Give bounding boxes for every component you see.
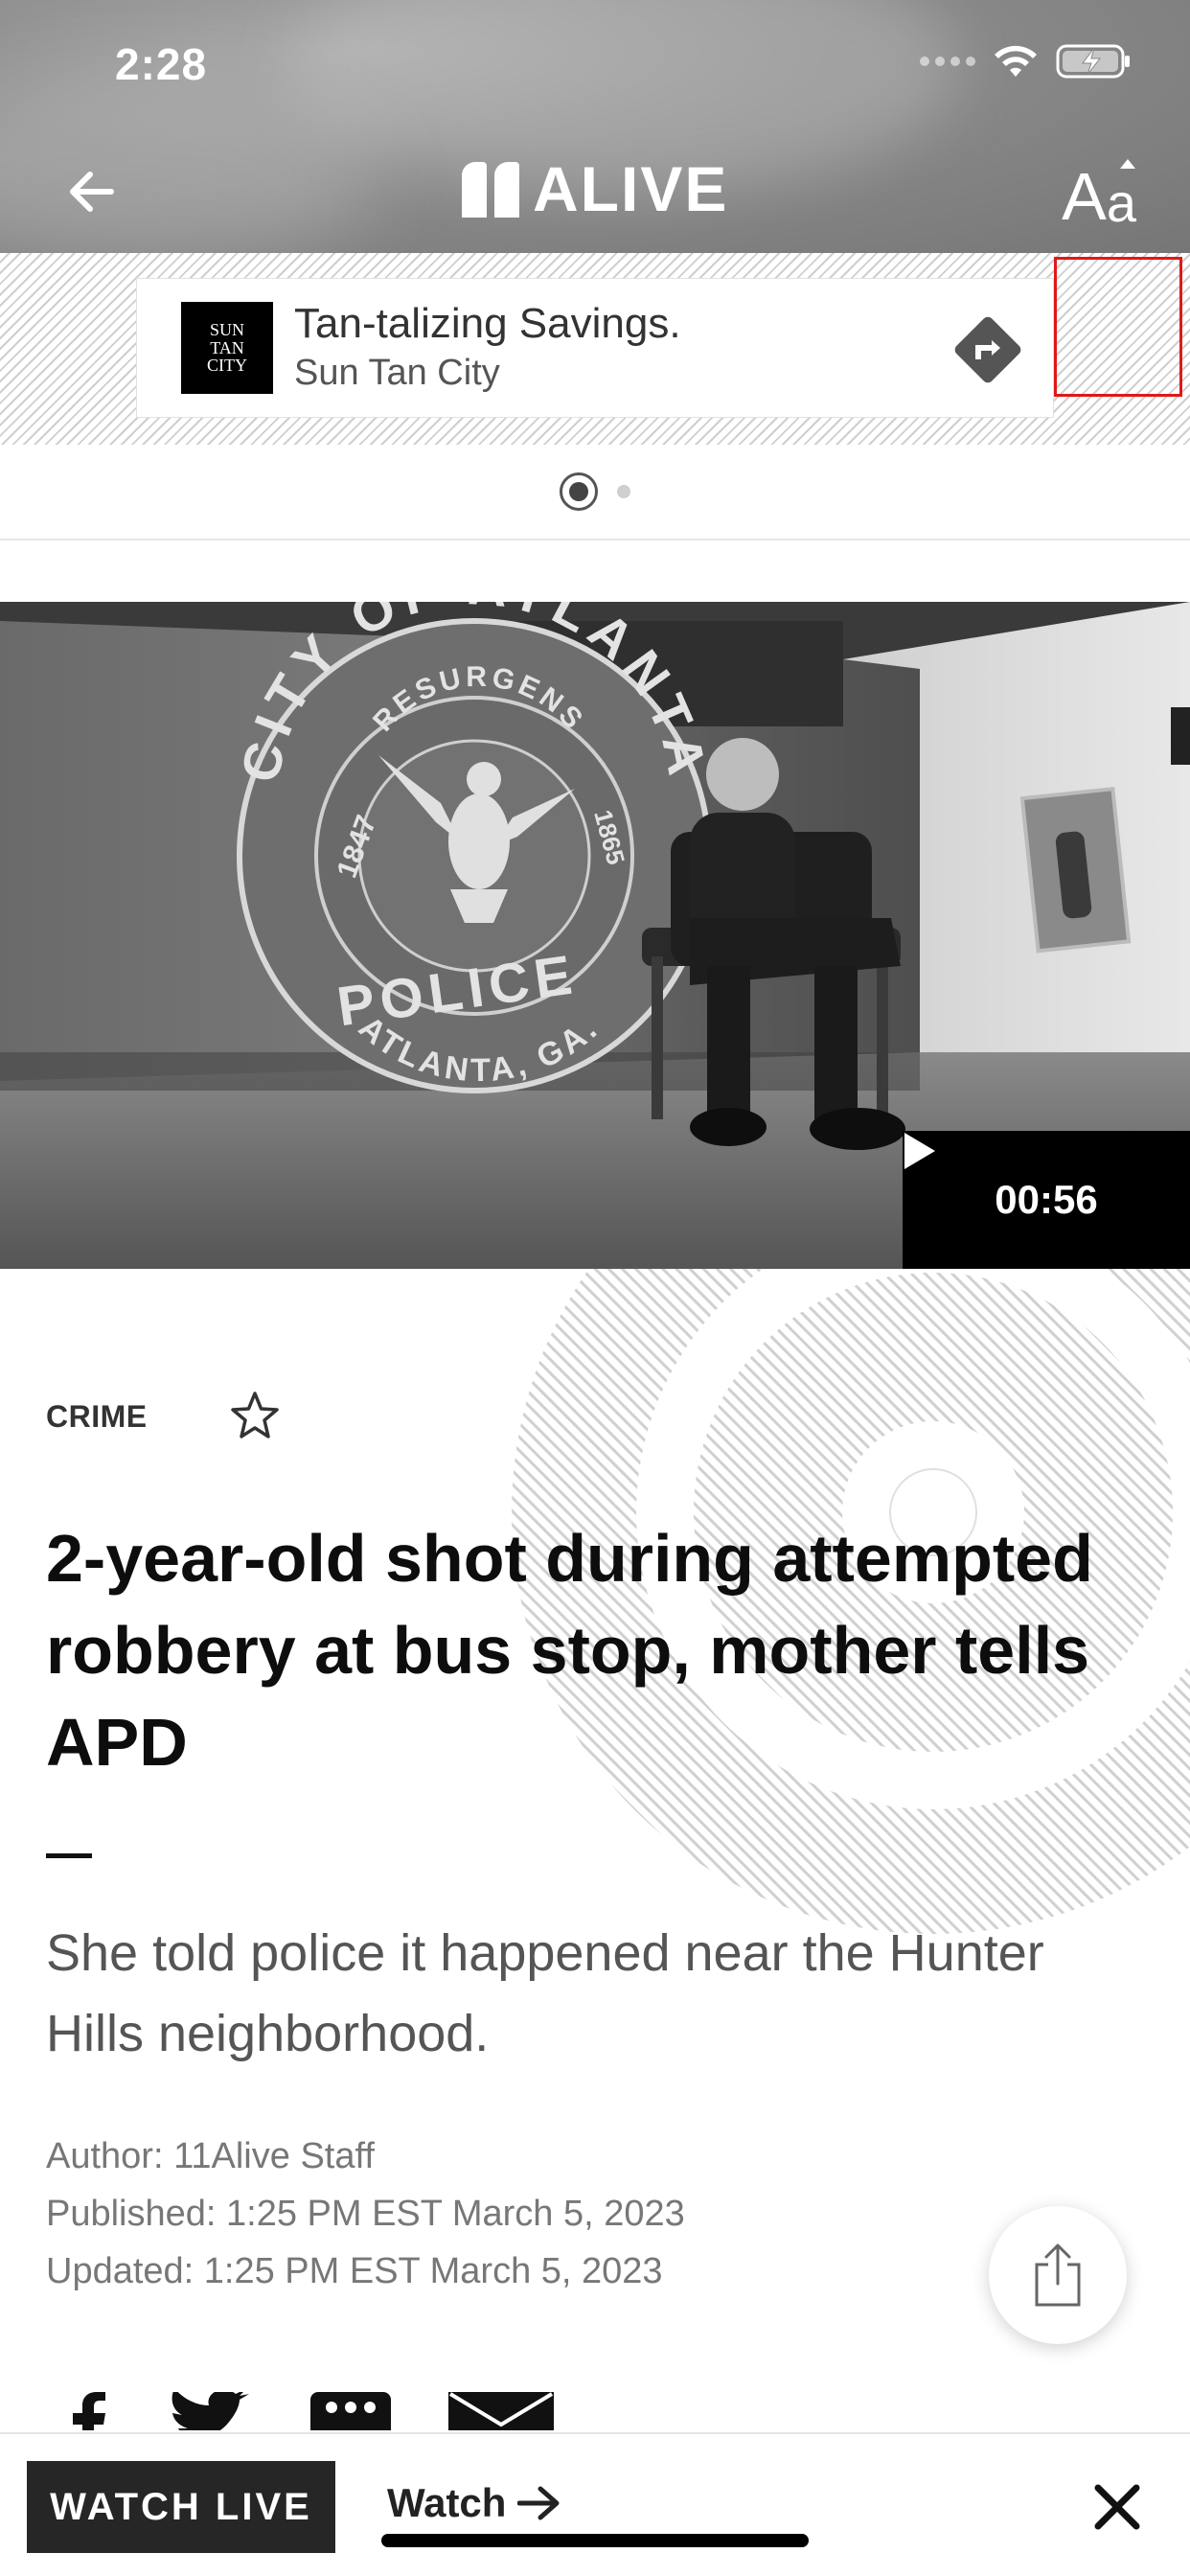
cellular-signal-icon: [920, 57, 975, 66]
watch-live-bar: WATCH LIVE Watch: [0, 2432, 1190, 2576]
logo-text: ALIVE: [533, 153, 729, 224]
star-icon[interactable]: [226, 1388, 284, 1445]
video-thumbnail[interactable]: CITY OF ATLANTA RESURGENS ATLANTA, GA. 1…: [0, 602, 1190, 1269]
watch-link-label: Watch: [387, 2480, 507, 2525]
category-row: CRIME: [46, 1388, 284, 1445]
pager-dot[interactable]: [617, 485, 630, 498]
play-icon: [904, 1133, 935, 1169]
app-header: 2:28 ALIVE A a: [0, 0, 1190, 253]
watch-live-button[interactable]: WATCH LIVE: [27, 2461, 335, 2553]
ad-logo-line: CITY: [207, 356, 247, 376]
eleven-logo-icon: [462, 160, 519, 218]
arrow-left-icon: [70, 172, 114, 212]
pager-dot-active[interactable]: [560, 472, 598, 511]
article-author: Author: 11Alive Staff: [46, 2136, 375, 2176]
share-button[interactable]: [989, 2206, 1127, 2344]
facebook-icon[interactable]: [67, 2392, 109, 2430]
ad-banner-zone: × SUN TAN CITY Tan-talizing Savings. Sun…: [0, 253, 1190, 445]
article-updated: Updated: 1:25 PM EST March 5, 2023: [46, 2251, 663, 2291]
ad-card[interactable]: SUN TAN CITY Tan-talizing Savings. Sun T…: [136, 278, 1054, 418]
battery-charging-icon: [1056, 44, 1130, 79]
twitter-icon[interactable]: [167, 2392, 253, 2430]
font-size-label-big: A: [1062, 159, 1107, 234]
station-logo: ALIVE: [462, 153, 730, 224]
ad-logo-line: SUN: [209, 319, 244, 339]
email-icon[interactable]: [448, 2392, 554, 2430]
share-icon: [1035, 2243, 1081, 2307]
ad-brand-logo: SUN TAN CITY: [181, 302, 273, 394]
status-time: 2:28: [115, 39, 208, 89]
more-icon[interactable]: [310, 2392, 391, 2430]
back-button[interactable]: [57, 158, 125, 225]
carousel-pager: [0, 445, 1190, 540]
arrow-right-icon: [517, 2486, 560, 2520]
home-indicator: [381, 2534, 809, 2547]
directions-icon[interactable]: [950, 311, 1026, 388]
ad-subtitle: Sun Tan City: [294, 352, 500, 393]
status-icons: [920, 42, 1133, 80]
category-label[interactable]: CRIME: [46, 1399, 148, 1435]
font-size-button[interactable]: A a: [1062, 153, 1136, 230]
ad-text: Tan-talizing Savings. Sun Tan City: [294, 299, 681, 397]
ad-highlight-box: [1054, 257, 1182, 397]
watch-link[interactable]: Watch: [387, 2480, 561, 2526]
article-published: Published: 1:25 PM EST March 5, 2023: [46, 2194, 685, 2234]
article-summary: She told police it happened near the Hun…: [46, 1924, 1044, 2062]
video-duration: 00:56: [995, 1177, 1098, 1222]
social-share-row: [67, 2392, 554, 2430]
close-icon[interactable]: [1087, 2476, 1148, 2538]
headline-divider: [46, 1853, 92, 1858]
wifi-icon: [995, 45, 1037, 77]
article-meta: Author: 11Alive Staff Published: 1:25 PM…: [46, 2128, 685, 2300]
ad-logo-line: TAN: [210, 337, 244, 357]
video-play-badge[interactable]: 00:56: [903, 1131, 1190, 1269]
font-size-label-small: a: [1106, 159, 1136, 233]
ad-title: Tan-talizing Savings.: [294, 299, 681, 347]
article-headline: 2-year-old shot during attempted robbery…: [46, 1521, 1093, 1780]
